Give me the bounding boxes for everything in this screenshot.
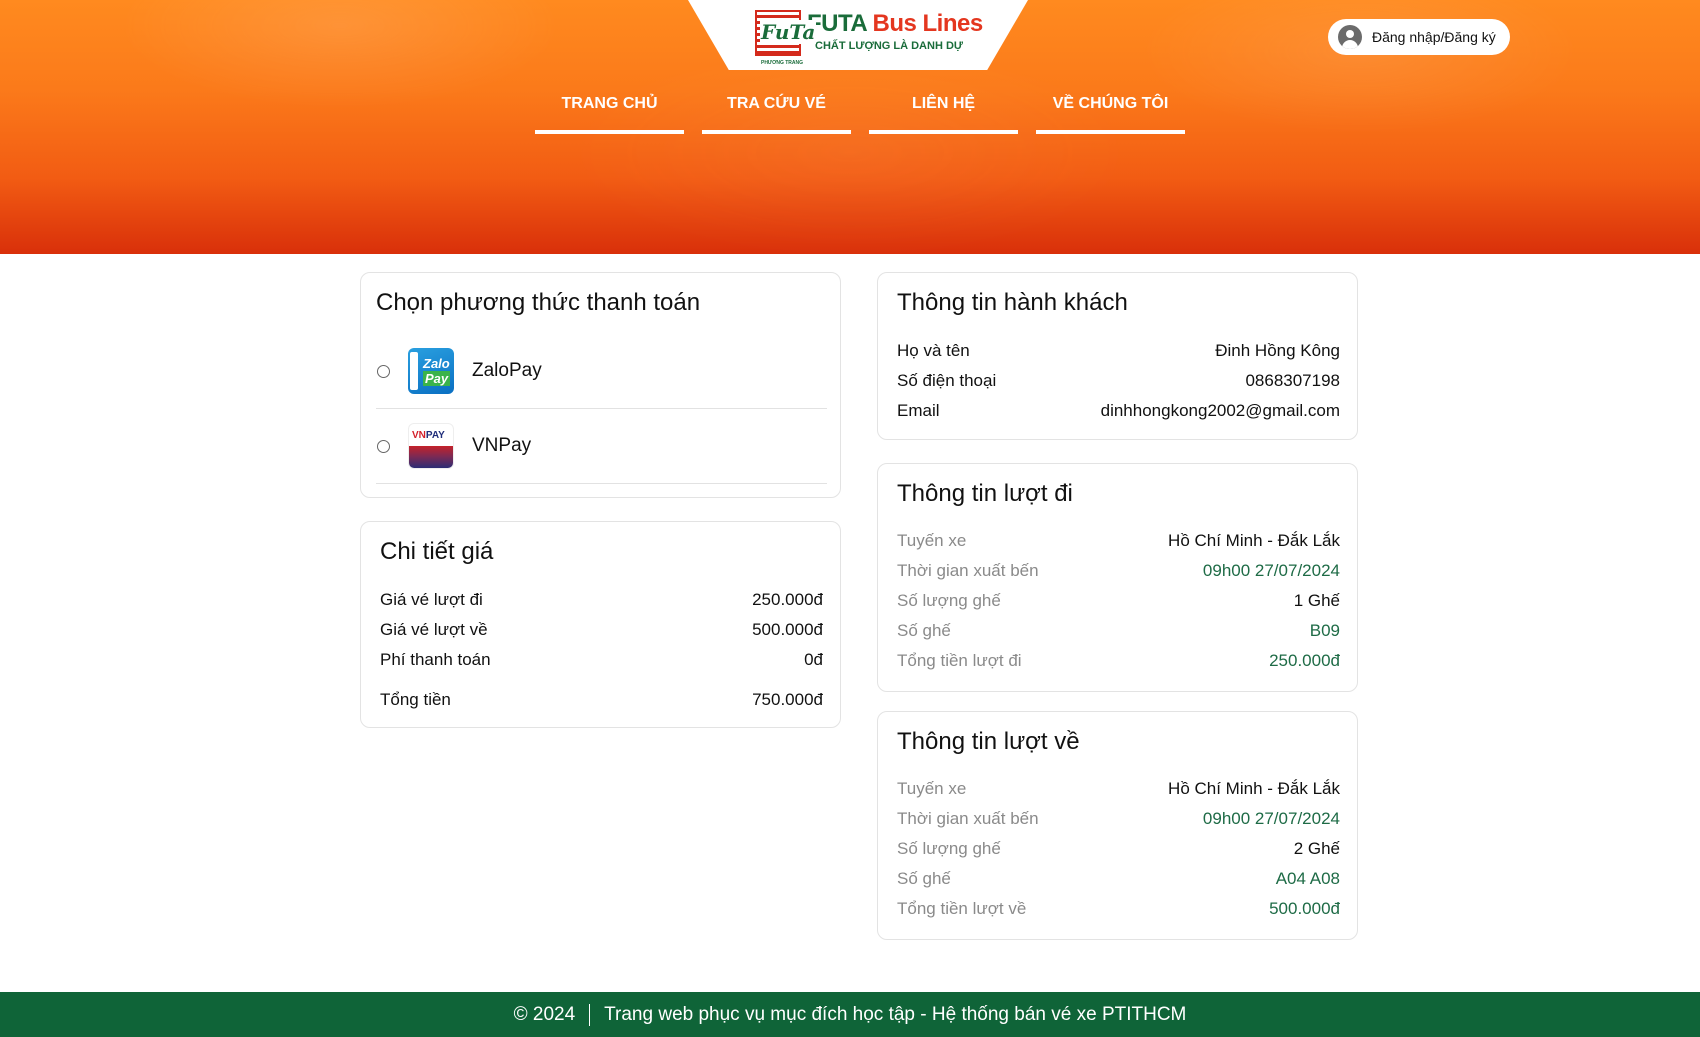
return-trip-card: Thông tin lượt về Tuyến xe Hồ Chí Minh -… <box>877 711 1358 940</box>
footer-divider <box>589 1003 591 1026</box>
vnpay-logo-text: VNPAY <box>412 430 445 441</box>
brand-logo[interactable]: FuTa PHƯƠNG TRANG FUTA Bus Lines CHẤT LƯ… <box>755 10 983 66</box>
logo-mark-text: FuTa <box>760 20 817 44</box>
info-label: Thời gian xuất bến <box>897 809 1039 828</box>
payment-option-vnpay[interactable]: VNPAY VNPay <box>376 409 827 484</box>
info-label: Họ và tên <box>897 341 970 360</box>
price-row-return: Giá vé lượt về 500.000đ <box>380 620 823 640</box>
footer-copyright: © 2024 <box>513 1003 576 1025</box>
login-register-label: Đăng nhập/Đăng ký <box>1372 29 1496 45</box>
info-value: B09 <box>1309 621 1340 640</box>
info-value: 09h00 27/07/2024 <box>1202 561 1340 580</box>
price-value: 250.000đ <box>752 590 823 609</box>
outbound-trip-title: Thông tin lượt đi <box>897 480 1073 507</box>
nav-item-about-us[interactable]: VỀ CHÚNG TÔI <box>1036 92 1185 134</box>
info-label: Tuyến xe <box>897 531 967 550</box>
passenger-row-phone: Số điện thoại 0868307198 <box>897 371 1340 391</box>
brand-slogan: CHẤT LƯỢNG LÀ DANH DỰ <box>815 40 964 52</box>
nav-item-home[interactable]: TRANG CHỦ <box>535 92 684 134</box>
payment-method-card: Chọn phương thức thanh toán Zalo Pay Zal… <box>360 272 841 498</box>
price-label: Phí thanh toán <box>380 650 491 669</box>
info-label: Email <box>897 401 940 420</box>
payment-option-zalopay[interactable]: Zalo Pay ZaloPay <box>376 334 827 409</box>
info-label: Tổng tiền lượt đi <box>897 651 1022 670</box>
return-row-seat-numbers: Số ghế A04 A08 <box>897 869 1340 889</box>
passenger-info-card: Thông tin hành khách Họ và tên Đinh Hồng… <box>877 272 1358 440</box>
vnpay-radio[interactable] <box>377 439 390 453</box>
info-label: Số lượng ghế <box>897 591 1001 610</box>
login-register-button[interactable]: Đăng nhập/Đăng ký <box>1328 19 1510 55</box>
passenger-row-name: Họ và tên Đinh Hồng Kông <box>897 341 1340 361</box>
main-nav: TRANG CHỦ TRA CỨU VÉ LIÊN HỆ VỀ CHÚNG TÔ… <box>535 92 1185 134</box>
return-row-departure: Thời gian xuất bến 09h00 27/07/2024 <box>897 809 1340 829</box>
outbound-trip-card: Thông tin lượt đi Tuyến xe Hồ Chí Minh -… <box>877 463 1358 692</box>
passenger-info-title: Thông tin hành khách <box>897 289 1128 316</box>
info-value: dinhhongkong2002@gmail.com <box>1100 401 1340 420</box>
price-detail-card: Chi tiết giá Giá vé lượt đi 250.000đ Giá… <box>360 521 841 728</box>
futa-logo-icon: FuTa PHƯƠNG TRANG <box>755 10 817 66</box>
nav-item-ticket-lookup[interactable]: TRA CỨU VÉ <box>702 92 851 134</box>
logo-mark-subtext: PHƯƠNG TRANG <box>760 60 804 66</box>
total-value: 750.000đ <box>752 690 823 709</box>
info-value: Hồ Chí Minh - Đắk Lắk <box>1168 779 1340 798</box>
return-trip-title: Thông tin lượt về <box>897 728 1080 755</box>
zalopay-logo-icon: Zalo Pay <box>408 348 454 394</box>
total-label: Tổng tiền <box>380 690 451 709</box>
info-label: Thời gian xuất bến <box>897 561 1039 580</box>
brand-name-part2: Bus Lines <box>872 10 983 37</box>
return-row-route: Tuyến xe Hồ Chí Minh - Đắk Lắk <box>897 779 1340 799</box>
info-label: Số lượng ghế <box>897 839 1001 858</box>
price-value: 0đ <box>804 650 823 669</box>
zalopay-logo-text-2: Pay <box>423 371 451 386</box>
info-label: Tuyến xe <box>897 779 967 798</box>
passenger-row-email: Email dinhhongkong2002@gmail.com <box>897 401 1340 421</box>
outbound-row-route: Tuyến xe Hồ Chí Minh - Đắk Lắk <box>897 531 1340 551</box>
price-row-outbound: Giá vé lượt đi 250.000đ <box>380 590 823 610</box>
info-value: 500.000đ <box>1269 899 1340 918</box>
outbound-row-seat-numbers: Số ghế B09 <box>897 621 1340 641</box>
info-value: Đinh Hồng Kông <box>1215 341 1340 360</box>
info-value: 2 Ghế <box>1293 839 1340 858</box>
info-value: 250.000đ <box>1269 651 1340 670</box>
site-footer: © 2024 Trang web phục vụ mục đích học tậ… <box>0 992 1700 1037</box>
zalopay-label: ZaloPay <box>472 360 542 381</box>
info-value: A04 A08 <box>1275 869 1340 888</box>
user-circle-icon <box>1338 25 1362 49</box>
info-value: 1 Ghế <box>1293 591 1340 610</box>
outbound-row-seat-count: Số lượng ghế 1 Ghế <box>897 591 1340 611</box>
payment-method-title: Chọn phương thức thanh toán <box>376 289 701 316</box>
info-label: Số ghế <box>897 869 951 888</box>
nav-item-contact[interactable]: LIÊN HỆ <box>869 92 1018 134</box>
brand-name: FUTA Bus Lines <box>807 10 983 38</box>
zalopay-logo-text-1: Zalo <box>423 356 450 371</box>
price-row-total: Tổng tiền 750.000đ <box>380 690 823 710</box>
info-label: Số ghế <box>897 621 951 640</box>
outbound-row-total: Tổng tiền lượt đi 250.000đ <box>897 651 1340 671</box>
return-row-total: Tổng tiền lượt về 500.000đ <box>897 899 1340 919</box>
info-label: Số điện thoại <box>897 371 997 390</box>
price-label: Giá vé lượt đi <box>380 590 483 609</box>
brand-text: FUTA Bus Lines CHẤT LƯỢNG LÀ DANH DỰ <box>807 10 983 52</box>
info-value: 0868307198 <box>1245 371 1340 390</box>
footer-text: Trang web phục vụ mục đích học tập - Hệ … <box>604 1003 1187 1025</box>
vnpay-label: VNPay <box>472 435 532 456</box>
vnpay-logo-icon: VNPAY <box>408 423 454 469</box>
price-detail-title: Chi tiết giá <box>380 538 494 565</box>
price-value: 500.000đ <box>752 620 823 639</box>
info-value: Hồ Chí Minh - Đắk Lắk <box>1168 531 1340 550</box>
price-label: Giá vé lượt về <box>380 620 488 639</box>
outbound-row-departure: Thời gian xuất bến 09h00 27/07/2024 <box>897 561 1340 581</box>
zalopay-radio[interactable] <box>377 364 390 378</box>
info-value: 09h00 27/07/2024 <box>1202 809 1340 828</box>
price-row-payment-fee: Phí thanh toán 0đ <box>380 650 823 670</box>
info-label: Tổng tiền lượt về <box>897 899 1027 918</box>
site-header: FuTa PHƯƠNG TRANG FUTA Bus Lines CHẤT LƯ… <box>0 0 1700 254</box>
return-row-seat-count: Số lượng ghế 2 Ghế <box>897 839 1340 859</box>
